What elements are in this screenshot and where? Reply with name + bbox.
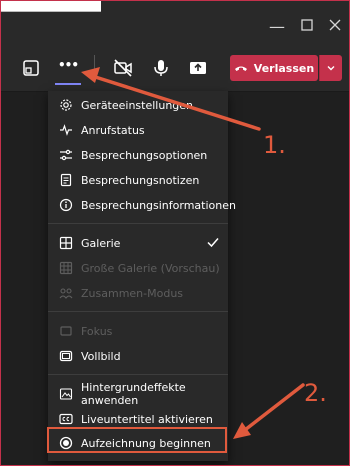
arrow-step-2 — [233, 383, 305, 439]
annotation-step-1: 1. — [263, 131, 286, 159]
annotation-arrows — [81, 67, 305, 439]
annotation-step-2: 2. — [304, 379, 327, 407]
arrow-step-1 — [81, 67, 261, 131]
teams-window: — ••• Verlassen Geräteeinstellungen Anru… — [0, 0, 350, 466]
